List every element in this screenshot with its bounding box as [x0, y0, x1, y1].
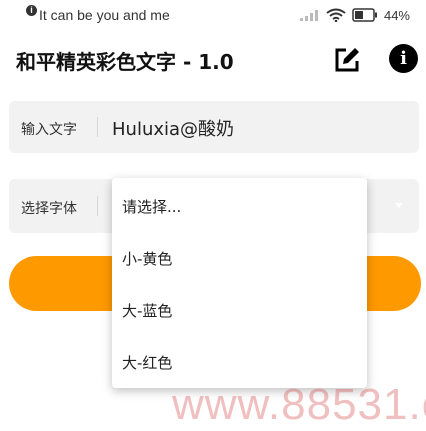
status-message: i It can be you and me [26, 5, 170, 23]
divider [97, 117, 98, 137]
info-icon: i [26, 5, 37, 16]
chevron-down-icon[interactable] [395, 203, 403, 208]
edit-button[interactable] [332, 45, 362, 75]
battery-percentage: 44% [383, 7, 410, 23]
font-select-label: 选择字体 [21, 201, 77, 217]
text-input-label: 输入文字 [21, 122, 77, 138]
page-title: 和平精英彩色文字 - 1.0 [16, 50, 234, 74]
info-icon: i [400, 48, 407, 69]
app-bar: 和平精英彩色文字 - 1.0 i [0, 40, 426, 80]
status-bar: i It can be you and me 44% [0, 0, 426, 30]
divider [97, 196, 98, 216]
info-button[interactable]: i [389, 44, 418, 73]
watermark: www.88531.cn [172, 380, 426, 429]
dropdown-option-placeholder[interactable]: 请选择... [122, 196, 181, 217]
battery-icon [352, 8, 377, 22]
signal-icon [299, 10, 318, 21]
font-dropdown: 请选择... 小-黄色 大-蓝色 大-红色 [112, 178, 367, 388]
dropdown-option-small-yellow[interactable]: 小-黄色 [122, 248, 172, 269]
status-text: It can be you and me [39, 7, 170, 23]
dropdown-option-large-blue[interactable]: 大-蓝色 [122, 300, 172, 321]
text-input[interactable]: Huluxia@酸奶 [112, 115, 234, 141]
status-icons: 44% [299, 7, 410, 23]
wifi-icon [326, 8, 346, 22]
edit-icon [335, 48, 359, 72]
text-input-row: 输入文字 Huluxia@酸奶 [9, 101, 419, 153]
dropdown-option-large-red[interactable]: 大-红色 [122, 352, 172, 373]
